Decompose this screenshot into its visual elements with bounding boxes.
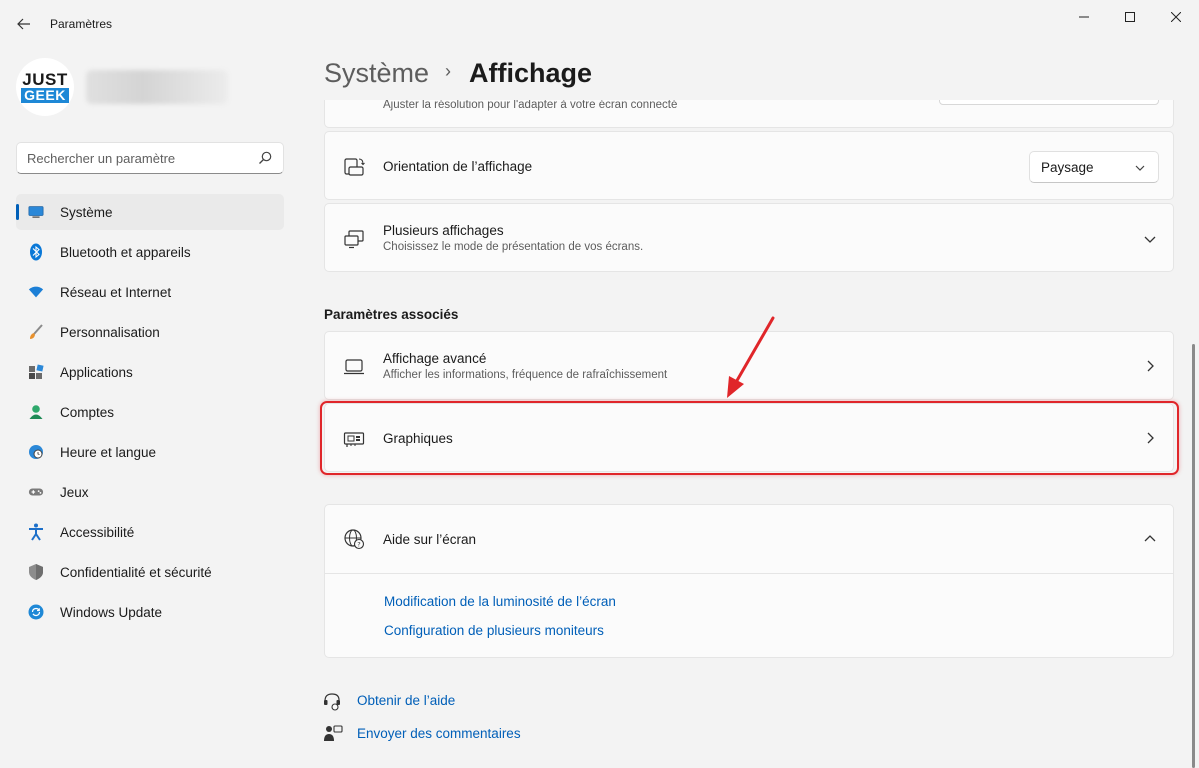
globe-clock-icon	[28, 444, 44, 460]
sidebar-nav: Système Bluetooth et appareils Réseau et…	[16, 194, 284, 634]
title-bar: Paramètres	[0, 0, 1199, 48]
help-link-multiple-monitors[interactable]: Configuration de plusieurs moniteurs	[384, 623, 604, 638]
laptop-display-icon	[344, 359, 364, 375]
shield-icon	[28, 564, 44, 580]
divider	[325, 573, 1173, 574]
gamepad-icon	[28, 484, 44, 500]
person-icon	[28, 404, 44, 420]
get-help-link[interactable]: Obtenir de l’aide	[357, 693, 455, 708]
sidebar-item-label: Applications	[60, 365, 133, 380]
orientation-dropdown[interactable]: Paysage	[1029, 151, 1159, 183]
sidebar-item-reseau[interactable]: Réseau et Internet	[16, 274, 284, 310]
page-title: Affichage	[469, 58, 593, 88]
close-button[interactable]	[1156, 8, 1196, 26]
blurred-account-name	[86, 70, 228, 104]
sidebar-item-systeme[interactable]: Système	[16, 194, 284, 230]
multiple-displays-subtitle: Choisissez le mode de présentation de vo…	[383, 241, 644, 253]
brush-icon	[28, 324, 44, 340]
chevron-right-icon	[1147, 360, 1154, 372]
orientation-value: Paysage	[1041, 160, 1094, 175]
search-box[interactable]	[16, 142, 284, 174]
chevron-up-icon	[1144, 535, 1156, 542]
svg-text:?: ?	[357, 540, 360, 548]
breadcrumb-separator: ›	[445, 61, 452, 81]
sidebar-item-label: Heure et langue	[60, 445, 157, 460]
orientation-row: Orientation de l’affichage Paysage	[324, 131, 1174, 200]
sidebar-item-applications[interactable]: Applications	[16, 354, 284, 390]
sidebar-item-personnalisation[interactable]: Personnalisation	[16, 314, 284, 350]
sidebar-item-label: Réseau et Internet	[60, 285, 172, 300]
sidebar-item-heure-langue[interactable]: Heure et langue	[16, 434, 284, 470]
close-icon	[1171, 12, 1181, 22]
resolution-card[interactable]: Ajuster la résolution pour l'adapter à v…	[324, 100, 1174, 128]
maximize-button[interactable]	[1110, 8, 1150, 26]
feedback-icon	[324, 725, 343, 741]
display-help-header[interactable]: ? Aide sur l’écran	[325, 505, 1173, 573]
back-arrow-icon	[17, 18, 30, 30]
minimize-button[interactable]	[1064, 8, 1104, 26]
bluetooth-icon	[28, 243, 44, 261]
globe-help-icon: ?	[344, 529, 365, 550]
sidebar-item-label: Personnalisation	[60, 325, 160, 340]
sidebar-item-jeux[interactable]: Jeux	[16, 474, 284, 510]
sidebar-item-label: Accessibilité	[60, 525, 135, 540]
maximize-icon	[1125, 12, 1135, 22]
chevron-down-icon	[1135, 165, 1145, 171]
orientation-title: Orientation de l’affichage	[383, 159, 533, 174]
sidebar-item-label: Jeux	[60, 485, 89, 500]
sidebar-item-label: Comptes	[60, 405, 115, 420]
multiple-displays-icon	[344, 230, 364, 249]
breadcrumb: Système › Affichage	[324, 58, 592, 89]
orientation-icon	[344, 158, 365, 176]
accessibility-icon	[28, 523, 44, 541]
search-input[interactable]	[27, 149, 247, 167]
sidebar-item-accessibilite[interactable]: Accessibilité	[16, 514, 284, 550]
active-indicator	[16, 204, 19, 220]
sidebar-item-label: Bluetooth et appareils	[60, 245, 191, 260]
logo-text-just: JUST	[22, 69, 68, 89]
resolution-row-clipped: Ajuster la résolution pour l'adapter à v…	[324, 100, 1174, 130]
get-help-icon	[324, 693, 340, 711]
scrollbar[interactable]	[1192, 344, 1195, 768]
sidebar-item-comptes[interactable]: Comptes	[16, 394, 284, 430]
wifi-icon	[28, 284, 44, 300]
update-icon	[28, 604, 44, 620]
display-help-card: ? Aide sur l’écran Modification de la lu…	[324, 504, 1174, 658]
resolution-subtitle: Ajuster la résolution pour l'adapter à v…	[383, 100, 678, 111]
multiple-displays-row[interactable]: Plusieurs affichages Choisissez le mode …	[324, 203, 1174, 272]
app-title: Paramètres	[50, 17, 113, 31]
back-button[interactable]	[14, 14, 34, 34]
sidebar-item-bluetooth[interactable]: Bluetooth et appareils	[16, 234, 284, 270]
highlight-box-annotation	[320, 401, 1179, 475]
sidebar-item-label: Confidentialité et sécurité	[60, 565, 212, 580]
chevron-down-icon	[1144, 236, 1156, 243]
advanced-display-subtitle: Afficher les informations, fréquence de …	[383, 369, 668, 381]
multiple-displays-title: Plusieurs affichages	[383, 223, 504, 238]
minimize-icon	[1079, 16, 1089, 18]
search-icon[interactable]	[257, 150, 273, 166]
related-settings-heading: Paramètres associés	[324, 307, 459, 322]
help-link-brightness[interactable]: Modification de la luminosité de l’écran	[384, 594, 616, 609]
avatar[interactable]: JUST GEEK	[16, 58, 74, 116]
send-feedback-link[interactable]: Envoyer des commentaires	[357, 726, 521, 741]
sidebar-item-confidentialite[interactable]: Confidentialité et sécurité	[16, 554, 284, 590]
breadcrumb-parent[interactable]: Système	[324, 58, 429, 88]
resolution-dropdown[interactable]	[939, 100, 1159, 105]
advanced-display-title: Affichage avancé	[383, 351, 487, 366]
red-arrow-annotation	[727, 316, 775, 398]
sidebar-item-label: Système	[60, 205, 113, 220]
logo-text-geek: GEEK	[21, 87, 69, 103]
sidebar-item-windows-update[interactable]: Windows Update	[16, 594, 284, 630]
display-help-title: Aide sur l’écran	[383, 532, 477, 547]
monitor-icon	[28, 204, 44, 220]
apps-icon	[28, 364, 44, 380]
sidebar-item-label: Windows Update	[60, 605, 163, 620]
